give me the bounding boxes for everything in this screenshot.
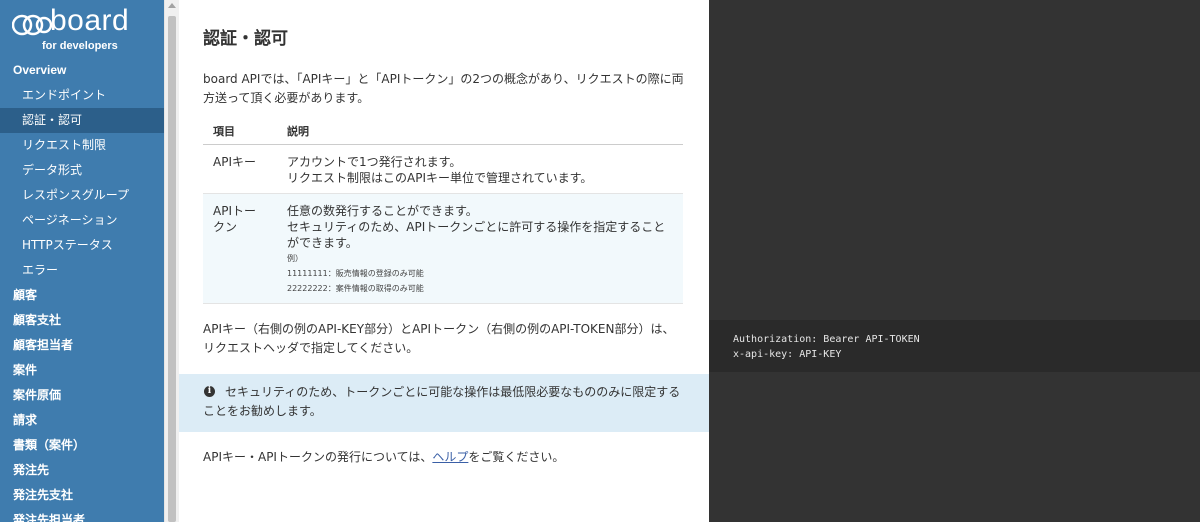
header-note: APIキー（右側の例のAPI-KEY部分）とAPIトークン（右側の例のAPI-T… [203, 322, 675, 355]
help-link[interactable]: ヘルプ [432, 450, 468, 464]
sidebar-item-supplier-contact[interactable]: 発注先担当者 [0, 508, 164, 522]
sidebar-item-rate-limit[interactable]: リクエスト制限 [0, 133, 164, 158]
code-pane: Authorization: Bearer API-TOKEN x-api-ke… [709, 0, 1200, 522]
security-callout: i セキュリティのため、トークンごとに可能な操作は最低限必要なもののみに限定する… [179, 374, 709, 432]
sidebar-scrollbar[interactable] [164, 0, 179, 522]
table-cell-desc: アカウントで1つ発行されます。 リクエスト制限はこのAPIキー単位で管理されてい… [277, 144, 683, 194]
desc-line: アカウントで1つ発行されます。 [287, 155, 462, 169]
sidebar-item-error[interactable]: エラー [0, 258, 164, 283]
sidebar-item-overview[interactable]: Overview [0, 58, 164, 83]
example-line: 11111111：販売情報の登録のみ可能 [287, 269, 424, 278]
table-cell-desc: 任意の数発行することができます。 セキュリティのため、APIトークンごとに許可す… [277, 193, 683, 304]
issuance-after: をご覧ください。 [468, 450, 565, 464]
logo-word: board [50, 4, 130, 37]
sidebar-item-project-cost[interactable]: 案件原価 [0, 383, 164, 408]
sidebar-item-endpoint[interactable]: エンドポイント [0, 83, 164, 108]
desc-line: リクエスト制限はこのAPIキー単位で管理されています。 [287, 171, 593, 185]
sidebar-item-supplier-branch[interactable]: 発注先支社 [0, 483, 164, 508]
sidebar-item-response-group[interactable]: レスポンスグループ [0, 183, 164, 208]
scroll-thumb[interactable] [168, 16, 176, 522]
callout-text: セキュリティのため、トークンごとに可能な操作は最低限必要なもののみに限定すること… [203, 385, 681, 418]
issuance-text: APIキー・APIトークンの発行については、ヘルプをご覧ください。 [203, 448, 564, 467]
sidebar-item-documents[interactable]: 書類（案件） [0, 433, 164, 458]
sidebar-item-client-contact[interactable]: 顧客担当者 [0, 333, 164, 358]
code-line: x-api-key: API-KEY [733, 349, 842, 360]
sidebar-item-client[interactable]: 顧客 [0, 283, 164, 308]
table-header-row: 項目 説明 [203, 118, 683, 145]
table-cell-item: APIトークン [203, 193, 277, 304]
code-text: Authorization: Bearer API-TOKEN x-api-ke… [733, 332, 920, 362]
sidebar-item-auth[interactable]: 認証・認可 [0, 108, 164, 133]
desc-line: セキュリティのため、APIトークンごとに許可する操作を指定することができます。 [287, 220, 666, 250]
example-line: 22222222：案件情報の取得のみ可能 [287, 284, 424, 293]
table-row: APIキー アカウントで1つ発行されます。 リクエスト制限はこのAPIキー単位で… [203, 144, 683, 194]
main-content: 認証・認可 board APIでは、「APIキー」と「APIトークン」の2つの概… [179, 0, 709, 522]
table-header-desc: 説明 [277, 118, 683, 145]
sidebar-item-client-branch[interactable]: 顧客支社 [0, 308, 164, 333]
logo-tagline: for developers [42, 40, 118, 52]
page-title: 認証・認可 [203, 29, 288, 49]
desc-line: 任意の数発行することができます。 [287, 204, 478, 218]
code-line: Authorization: Bearer API-TOKEN [733, 334, 920, 345]
intro-text: board APIでは、「APIキー」と「APIトークン」の2つの概念があり、リ… [203, 72, 684, 105]
sidebar-item-data-format[interactable]: データ形式 [0, 158, 164, 183]
sidebar-nav: Overview エンドポイント 認証・認可 リクエスト制限 データ形式 レスポ… [0, 58, 164, 522]
board-logo-icon [12, 14, 52, 36]
auth-table: 項目 説明 APIキー アカウントで1つ発行されます。 リクエスト制限はこのAP… [203, 118, 683, 304]
sidebar-item-http-status[interactable]: HTTPステータス [0, 233, 164, 258]
board-logo[interactable]: board for developers [12, 4, 152, 54]
issuance-before: APIキー・APIトークンの発行については、 [203, 450, 433, 464]
scroll-up-arrow-icon[interactable] [168, 3, 176, 8]
table-row: APIトークン 任意の数発行することができます。 セキュリティのため、APIトー… [203, 193, 683, 304]
table-header-item: 項目 [203, 118, 277, 145]
example-label: 例） [287, 254, 303, 263]
sidebar-item-project[interactable]: 案件 [0, 358, 164, 383]
code-block[interactable]: Authorization: Bearer API-TOKEN x-api-ke… [709, 320, 1200, 372]
sidebar: board for developers Overview エンドポイント 認証… [0, 0, 164, 522]
table-cell-item: APIキー [203, 144, 277, 194]
sidebar-item-invoice[interactable]: 請求 [0, 408, 164, 433]
sidebar-item-pagination[interactable]: ページネーション [0, 208, 164, 233]
sidebar-item-supplier[interactable]: 発注先 [0, 458, 164, 483]
